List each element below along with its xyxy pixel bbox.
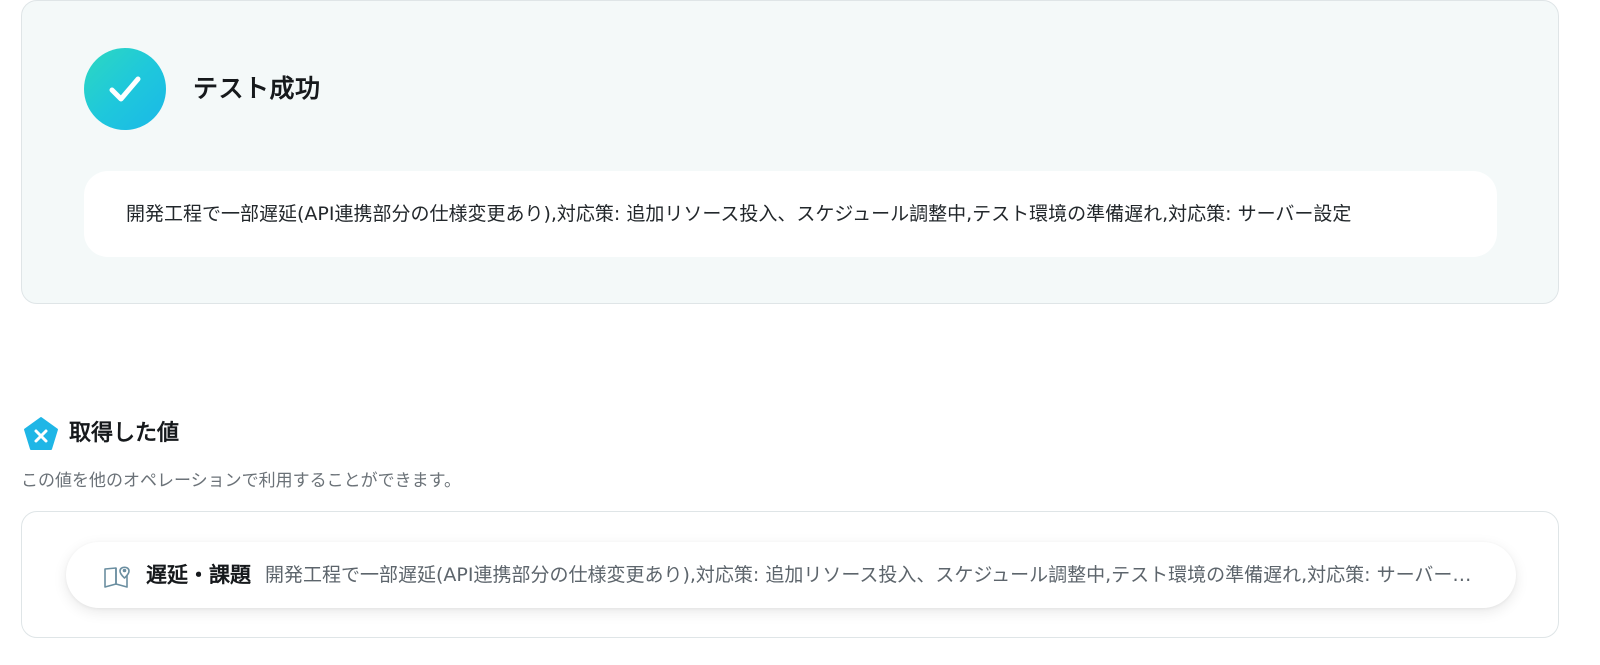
retrieved-values-description: この値を他のオペレーションで利用することができます。	[21, 471, 461, 491]
test-success-title: テスト成功	[193, 74, 321, 103]
value-chip-delay-issue[interactable]: 遅延・課題 開発工程で一部遅延(API連携部分の仕様変更あり),対応策: 追加リ…	[66, 542, 1516, 608]
retrieved-values-header: 取得した値	[23, 416, 179, 452]
test-output-box: 開発工程で一部遅延(API連携部分の仕様変更あり),対応策: 追加リソース投入、…	[84, 171, 1497, 257]
checkmark-icon	[84, 48, 166, 130]
test-result-card: テスト成功 開発工程で一部遅延(API連携部分の仕様変更あり),対応策: 追加リ…	[21, 0, 1559, 304]
retrieved-values-title: 取得した値	[69, 421, 180, 446]
value-chip-label: 遅延・課題	[146, 563, 251, 587]
test-output-text: 開発工程で一部遅延(API連携部分の仕様変更あり),対応策: 追加リソース投入、…	[126, 203, 1352, 225]
book-pin-icon	[104, 566, 130, 588]
variable-icon	[24, 417, 58, 450]
retrieved-values-card: 遅延・課題 開発工程で一部遅延(API連携部分の仕様変更あり),対応策: 追加リ…	[21, 511, 1559, 638]
value-chip-value: 開発工程で一部遅延(API連携部分の仕様変更あり),対応策: 追加リソース投入、…	[265, 564, 1486, 586]
